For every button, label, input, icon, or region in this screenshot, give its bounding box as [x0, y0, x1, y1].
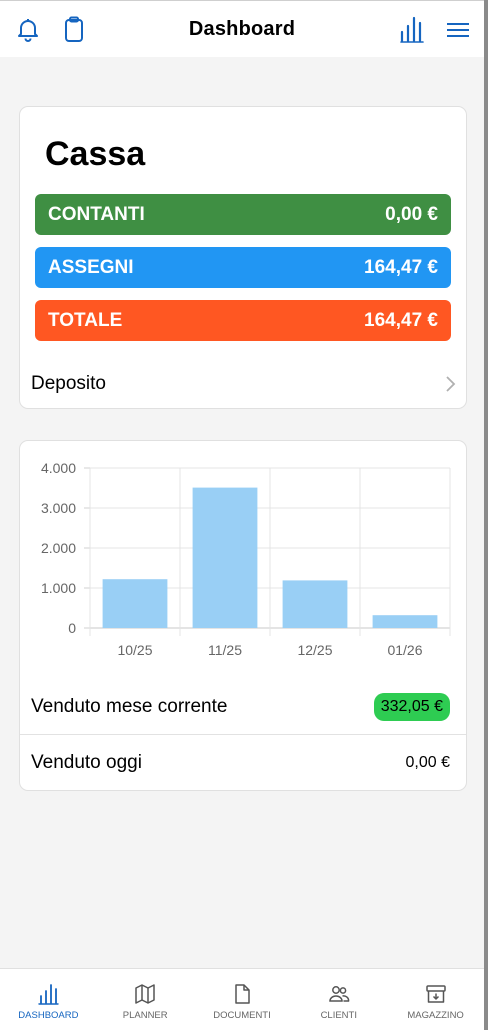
scrollbar[interactable]: [484, 0, 488, 1030]
tab-label: DASHBOARD: [18, 1010, 79, 1021]
sales-bar-chart: 4.000 3.000 2.000 1.000 0 10/25 11/25 12/25 01/2…: [41, 460, 451, 658]
contanti-value: 0,00 €: [385, 203, 438, 225]
bottom-tab-bar: DASHBOARD PLANNER DOCUMENTI CLIENTI MAGA…: [0, 968, 484, 1030]
contanti-row: CONTANTI 0,00 €: [35, 194, 451, 235]
cassa-card: Cassa CONTANTI 0,00 € ASSEGNI 164,47 € T…: [19, 106, 467, 409]
tab-dashboard[interactable]: DASHBOARD: [0, 969, 97, 1030]
venduto-mese-badge: 332,05 €: [373, 692, 450, 721]
tab-label: CLIENTI: [320, 1010, 357, 1021]
tab-label: MAGAZZINO: [407, 1010, 464, 1021]
tab-label: PLANNER: [122, 1010, 168, 1021]
assegni-value: 164,47 €: [364, 256, 438, 278]
x-tick-label: 11/25: [208, 642, 242, 658]
assegni-label: ASSEGNI: [48, 256, 134, 278]
x-tick-label: 10/25: [117, 642, 152, 658]
chart-bar: [192, 487, 258, 628]
tab-planner[interactable]: PLANNER: [97, 969, 194, 1030]
assegni-row: ASSEGNI 164,47 €: [35, 247, 451, 288]
cassa-title: Cassa: [45, 135, 146, 173]
y-tick-label: 3.000: [41, 500, 76, 516]
tab-label: DOCUMENTI: [213, 1010, 271, 1021]
archive-icon: [425, 985, 446, 1003]
tab-magazzino[interactable]: MAGAZZINO: [387, 969, 484, 1030]
sales-chart-card: 4.000 3.000 2.000 1.000 0 10/25 11/25 12/25 01/2…: [19, 440, 467, 791]
totale-value: 164,47 €: [364, 309, 438, 331]
document-icon: [235, 984, 250, 1004]
deposito-item[interactable]: Deposito: [20, 359, 466, 409]
x-tick-label: 12/25: [297, 642, 332, 658]
venduto-oggi-label: Venduto oggi: [31, 752, 142, 773]
y-tick-label: 2.000: [41, 540, 76, 556]
map-icon: [135, 984, 155, 1004]
y-tick-label: 4.000: [41, 460, 76, 476]
contanti-label: CONTANTI: [48, 203, 145, 225]
bar-chart-icon[interactable]: [398, 15, 426, 43]
chart-bar: [372, 615, 438, 628]
deposito-label: Deposito: [31, 373, 106, 394]
venduto-mese-label: Venduto mese corrente: [31, 695, 228, 717]
chevron-right-icon: [446, 376, 456, 392]
x-tick-label: 01/26: [387, 642, 422, 658]
venduto-mese-row: Venduto mese corrente 332,05 €: [20, 679, 466, 735]
totale-label: TOTALE: [48, 309, 123, 331]
menu-icon[interactable]: [444, 15, 472, 43]
chart-bar: [102, 579, 168, 628]
chart-bar: [282, 580, 348, 628]
app-header: Dashboard: [0, 1, 484, 57]
venduto-oggi-value: 0,00 €: [405, 754, 450, 771]
y-tick-label: 1.000: [41, 580, 76, 596]
totale-row: TOTALE 164,47 €: [35, 300, 451, 341]
y-tick-label: 0: [68, 620, 76, 636]
tab-clienti[interactable]: CLIENTI: [290, 969, 387, 1030]
bar-chart-icon: [38, 984, 60, 1005]
tab-documenti[interactable]: DOCUMENTI: [194, 969, 291, 1030]
venduto-oggi-row: Venduto oggi 0,00 €: [20, 735, 466, 791]
people-icon: [329, 986, 350, 1002]
